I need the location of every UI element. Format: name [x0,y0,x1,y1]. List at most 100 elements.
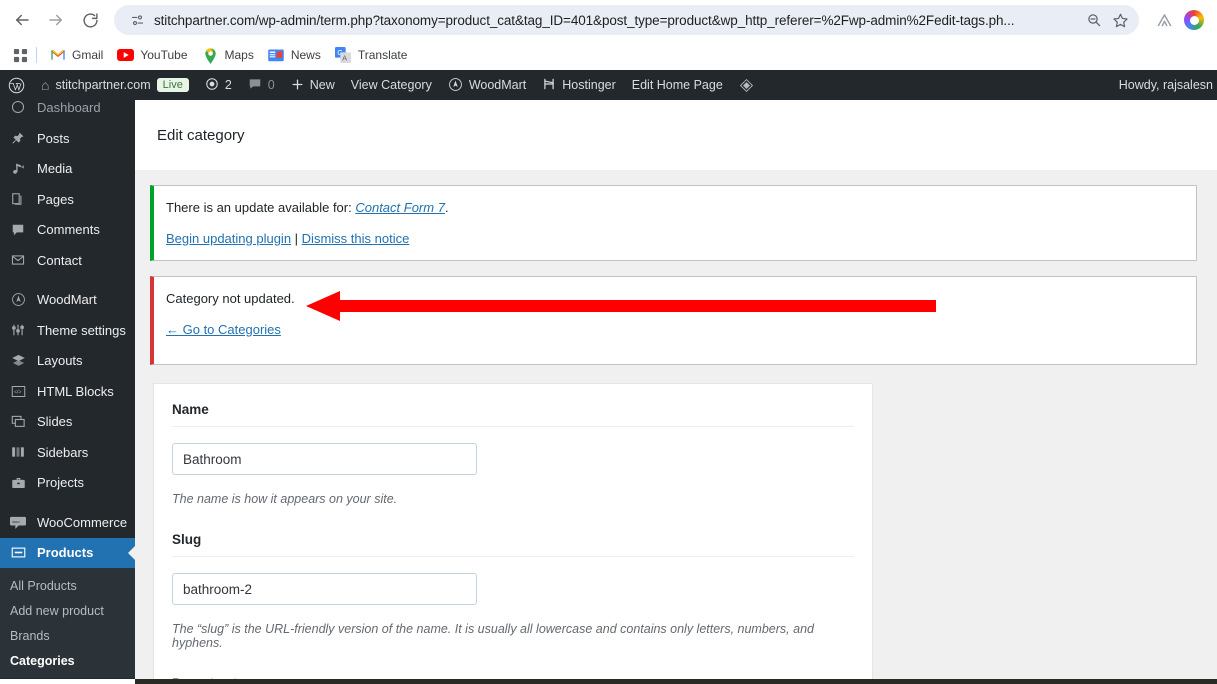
admin-bar-site-name[interactable]: ⌂ stitchpartner.com Live [33,70,197,100]
sidebar-subitem-categories[interactable]: Categories [0,649,135,674]
sidebar-item-html-blocks[interactable]: </> HTML Blocks [0,376,135,407]
bookmark-translate[interactable]: GA Translate [331,43,416,67]
profile-avatar-icon[interactable] [1179,6,1209,34]
address-bar[interactable]: stitchpartner.com/wp-admin/term.php?taxo… [114,5,1139,35]
sidebar-item-projects[interactable]: Projects [0,468,135,499]
back-arrow-icon[interactable] [8,6,36,34]
sidebar-subitem-add-new-product[interactable]: Add new product [0,599,135,624]
sidebar-item-label: Contact [37,252,82,268]
envelope-icon [8,253,28,267]
sidebar-item-sidebars[interactable]: Sidebars [0,437,135,468]
pin-icon [8,131,28,145]
sidebar-item-pages[interactable]: Pages [0,184,135,215]
code-icon: </> [8,385,28,398]
admin-bar-woodmart[interactable]: WoodMart [440,70,534,100]
zoom-out-magnifier-icon[interactable] [1081,7,1107,33]
update-notice-actions: Begin updating plugin | Dismiss this not… [166,229,1184,249]
comments-icon [8,223,28,237]
sidebar-item-label: Projects [37,475,84,491]
admin-bar-howdy[interactable]: Howdy, rajsalesn [1119,78,1217,92]
sidebar-item-theme-settings[interactable]: Theme settings [0,315,135,346]
sidebar-item-label: Sidebars [37,444,89,460]
sidebar-item-products[interactable]: Products [0,537,135,568]
live-badge: Live [156,78,189,92]
plus-icon [291,78,304,93]
svg-text:</>: </> [14,389,21,395]
bookmark-label: Maps [224,48,254,62]
error-notice-message: Category not updated. [166,291,295,306]
plugin-update-notice: There is an update available for: Contac… [150,185,1197,261]
sidebar-item-woocommerce[interactable]: woo WooCommerce [0,507,135,538]
sidebar-item-label: HTML Blocks [37,383,114,399]
wordpress-logo-icon[interactable] [0,70,33,100]
admin-bar-edit-home-page[interactable]: Edit Home Page [624,70,731,100]
page-info-icon[interactable] [126,9,148,31]
portfolio-icon [8,476,28,490]
sidebar-subitem-brands[interactable]: Brands [0,624,135,649]
maps-pin-icon [202,47,219,64]
bookmark-gmail[interactable]: Gmail [45,43,111,67]
field-slug: Slug The “slug” is the URL-friendly vers… [172,532,854,650]
name-input[interactable] [172,443,477,475]
sidebar-item-slides[interactable]: Slides [0,407,135,438]
slug-description: The “slug” is the URL-friendly version o… [172,622,814,650]
bookmark-maps[interactable]: Maps [198,43,262,67]
dismiss-notice-link[interactable]: Dismiss this notice [302,231,410,246]
sidebar-item-label: WoodMart [37,292,97,308]
site-name-label: stitchpartner.com [55,78,151,92]
edit-home-page-label: Edit Home Page [631,78,723,92]
sidebar-item-label: Comments [37,222,100,238]
page-title: Edit category [157,127,245,144]
bookmark-youtube[interactable]: YouTube [113,43,195,67]
sidebar-item-label: Products [37,545,94,561]
url-text[interactable]: stitchpartner.com/wp-admin/term.php?taxo… [154,13,1081,28]
sidebar-item-label: Media [37,161,73,177]
comments-count: 0 [267,78,275,92]
sidebar-item-label: WooCommerce [37,514,128,530]
products-icon [8,546,28,559]
diamond-icon[interactable] [731,70,762,100]
sidebar-item-layouts[interactable]: Layouts [0,346,135,377]
browser-nav-row: stitchpartner.com/wp-admin/term.php?taxo… [0,0,1217,40]
sidebars-icon [8,445,28,459]
woocommerce-icon: woo [8,516,28,529]
star-icon[interactable] [1107,7,1133,33]
reload-icon[interactable] [76,6,104,34]
apps-grid-icon[interactable] [8,43,32,67]
sidebar-bottom-edge [0,679,135,684]
bookmark-label: Gmail [72,48,104,62]
updates-icon [205,77,219,93]
admin-bar-updates[interactable]: 2 [197,70,240,100]
sidebar-item-media[interactable]: Media [0,154,135,185]
update-notice-prefix: There is an update available for: [166,200,356,215]
name-label: Name [172,402,854,427]
go-to-categories-link[interactable]: ← Go to Categories [166,322,281,337]
admin-bar-view-category[interactable]: View Category [343,70,440,100]
bookmark-news[interactable]: News [264,43,329,67]
slug-input[interactable] [172,573,477,605]
admin-bar-hostinger[interactable]: Hostinger [534,70,624,100]
contact-form-7-link[interactable]: Contact Form 7 [355,200,445,215]
sidebar-item-posts[interactable]: Posts [0,123,135,154]
bookmark-label: News [290,48,321,62]
media-icon [8,162,28,176]
extension-icon[interactable] [1149,6,1179,34]
wp-admin-bar: ⌂ stitchpartner.com Live 2 0 New View Ca… [0,70,1217,100]
sidebar-item-contact[interactable]: Contact [0,245,135,276]
slug-label: Slug [172,532,854,557]
sidebar-item-label: Layouts [37,353,83,369]
browser-chrome: stitchpartner.com/wp-admin/term.php?taxo… [0,0,1217,70]
admin-bar-comments[interactable]: 0 [240,70,283,100]
forward-arrow-icon[interactable] [42,6,70,34]
sidebar-subitem-all-products[interactable]: All Products [0,574,135,599]
hostinger-icon [542,77,556,93]
update-notice-text: There is an update available for: Contac… [166,198,1184,218]
translate-icon: GA [335,47,352,64]
admin-bar-new[interactable]: New [283,70,343,100]
browser-toolbar-icons [1145,6,1209,34]
sidebar-item-dashboard[interactable]: Dashboard [0,100,135,114]
sidebar-item-label: Posts [37,130,70,146]
begin-updating-plugin-link[interactable]: Begin updating plugin [166,231,291,246]
sidebar-item-woodmart[interactable]: WoodMart [0,285,135,316]
sidebar-item-comments[interactable]: Comments [0,215,135,246]
